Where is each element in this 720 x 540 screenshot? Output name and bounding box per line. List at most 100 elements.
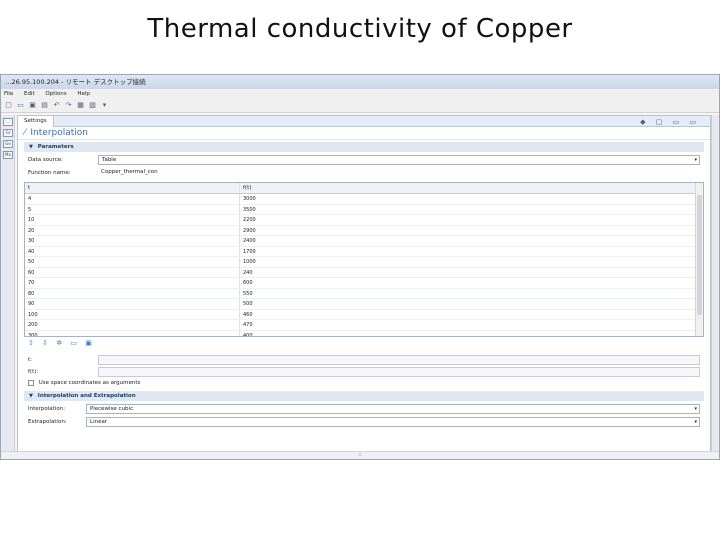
status-bar bbox=[529, 444, 719, 451]
table-row[interactable]: 20 2900 bbox=[25, 225, 703, 236]
table-row[interactable]: 5 3500 bbox=[25, 204, 703, 215]
cell-t[interactable]: 80 bbox=[25, 288, 240, 298]
chevron-down-icon: ▾ bbox=[694, 419, 697, 425]
cell-t[interactable]: 50 bbox=[25, 257, 240, 267]
menu-file[interactable]: File bbox=[4, 91, 13, 97]
table-row[interactable]: 300 400 bbox=[25, 330, 703, 337]
menu-options[interactable]: Options bbox=[45, 91, 66, 97]
cell-ft[interactable]: 500 bbox=[240, 299, 440, 309]
tab-settings[interactable]: Settings bbox=[18, 116, 54, 127]
cell-t[interactable]: 100 bbox=[25, 309, 240, 319]
save-icon[interactable]: ▣ bbox=[28, 101, 37, 110]
cell-t[interactable]: 30 bbox=[25, 236, 240, 246]
column-header-ft[interactable]: f(t) bbox=[240, 183, 440, 193]
dock-item-3[interactable]: Ge bbox=[3, 140, 13, 148]
cell-ft[interactable]: 1000 bbox=[240, 257, 440, 267]
undo-icon[interactable]: ↶ bbox=[52, 101, 61, 110]
cell-ft[interactable]: 2400 bbox=[240, 236, 440, 246]
panel-tools[interactable]: ◆ ▢ ▭ ▭ bbox=[640, 117, 700, 128]
table-row[interactable]: 30 2400 bbox=[25, 236, 703, 247]
chevron-down-icon: ▾ bbox=[694, 406, 697, 412]
cell-t[interactable]: 5 bbox=[25, 204, 240, 214]
model-builder-icon[interactable]: ▦ bbox=[76, 101, 85, 110]
menu-help[interactable]: Help bbox=[77, 91, 90, 97]
cell-t[interactable]: 60 bbox=[25, 267, 240, 277]
table-row[interactable]: 60 240 bbox=[25, 267, 703, 278]
table-row[interactable]: 70 600 bbox=[25, 278, 703, 289]
function-name-input[interactable]: Copper_thermal_con bbox=[98, 168, 700, 178]
cell-ft[interactable]: 460 bbox=[240, 310, 440, 320]
save-all-icon[interactable]: ▤ bbox=[40, 101, 49, 110]
dock-item-4[interactable]: Mo bbox=[3, 151, 13, 159]
cell-ft[interactable]: 550 bbox=[240, 289, 440, 299]
cell-t[interactable]: 20 bbox=[25, 225, 240, 235]
table-row[interactable]: 10 2200 bbox=[25, 215, 703, 226]
cell-t[interactable]: 200 bbox=[25, 320, 240, 330]
cell-ft[interactable]: 600 bbox=[240, 278, 440, 288]
chevron-down-icon: ▾ bbox=[694, 157, 697, 163]
table-row[interactable]: 200 470 bbox=[25, 320, 703, 331]
cell-ft[interactable]: 2900 bbox=[240, 226, 440, 236]
interpolation-table[interactable]: t f(t) 4 3000 5 3500 10 2200 20 2900 30 2400 40 170… bbox=[24, 182, 704, 337]
ft-label: f(t): bbox=[28, 369, 39, 375]
scrollbar-thumb[interactable] bbox=[697, 195, 702, 315]
move-down-icon[interactable]: ⇩ bbox=[42, 339, 51, 347]
cell-t[interactable]: 300 bbox=[25, 330, 240, 336]
cell-t[interactable]: 40 bbox=[25, 246, 240, 256]
cell-ft[interactable]: 400 bbox=[240, 331, 440, 337]
table-row[interactable]: 100 460 bbox=[25, 309, 703, 320]
function-name-row: Function name: Copper_thermal_con bbox=[24, 167, 704, 180]
table-body: 4 3000 5 3500 10 2200 20 2900 30 2400 40 1700 50 1000… bbox=[25, 194, 703, 337]
menu-edit[interactable]: Edit bbox=[24, 91, 35, 97]
parameters-section-header[interactable]: ▼ Parameters bbox=[24, 142, 704, 152]
dock-item-2[interactable]: Gr bbox=[3, 129, 13, 137]
extrapolation-row: Extrapolation: Linear ▾ bbox=[24, 416, 704, 429]
t-label: t: bbox=[28, 357, 33, 363]
data-source-value: Table bbox=[102, 157, 117, 163]
cell-ft[interactable]: 3500 bbox=[240, 205, 440, 215]
table-row[interactable]: 80 550 bbox=[25, 288, 703, 299]
t-field[interactable] bbox=[98, 355, 700, 365]
cell-t[interactable]: 90 bbox=[25, 299, 240, 309]
cell-t[interactable]: 10 bbox=[25, 215, 240, 225]
table-row[interactable]: 90 500 bbox=[25, 299, 703, 310]
cell-ft[interactable]: 1700 bbox=[240, 247, 440, 257]
column-header-t[interactable]: t bbox=[25, 183, 240, 193]
cell-ft[interactable]: 470 bbox=[240, 320, 440, 330]
cell-t[interactable]: 70 bbox=[25, 278, 240, 288]
horizontal-scrollbar[interactable]: :: bbox=[1, 451, 719, 459]
move-up-icon[interactable]: ⇧ bbox=[28, 339, 37, 347]
interpolation-label: Interpolation: bbox=[28, 406, 66, 412]
page-title: ⁄ Interpolation bbox=[18, 127, 710, 140]
menu-bar: File Edit Options Help bbox=[1, 89, 719, 99]
tab-bar: Settings ◆ ▢ ▭ ▭ bbox=[18, 116, 710, 127]
load-icon[interactable]: ▭ bbox=[70, 339, 80, 347]
interpolation-value: Piecewise cubic bbox=[90, 406, 134, 412]
open-icon[interactable]: ▭ bbox=[16, 101, 25, 110]
dock-item-1[interactable]: ... bbox=[3, 118, 13, 126]
table-scrollbar[interactable] bbox=[695, 183, 703, 336]
delete-icon[interactable]: ✲ bbox=[56, 339, 65, 347]
redo-icon[interactable]: ↷ bbox=[64, 101, 73, 110]
extrapolation-label: Extrapolation: bbox=[28, 419, 67, 425]
data-source-select[interactable]: Table ▾ bbox=[98, 155, 700, 165]
interpolation-select[interactable]: Piecewise cubic ▾ bbox=[86, 404, 700, 414]
cell-t[interactable]: 4 bbox=[25, 194, 240, 204]
interpolation-row: Interpolation: Piecewise cubic ▾ bbox=[24, 403, 704, 416]
cell-ft[interactable]: 2200 bbox=[240, 215, 440, 225]
cell-ft[interactable]: 240 bbox=[240, 268, 440, 278]
cell-ft[interactable]: 3000 bbox=[240, 194, 440, 204]
interp-extrap-section-header[interactable]: ▼ Interpolation and Extrapolation bbox=[24, 391, 704, 401]
table-row[interactable]: 50 1000 bbox=[25, 257, 703, 268]
space-coordinates-checkbox[interactable] bbox=[28, 379, 34, 386]
window-title: …26.95.100.204 - リモート デスクトップ接続 bbox=[1, 75, 719, 89]
ft-field[interactable] bbox=[98, 367, 700, 377]
save-icon[interactable]: ▣ bbox=[85, 339, 95, 347]
table-row[interactable]: 4 3000 bbox=[25, 194, 703, 205]
new-icon[interactable]: ▢ bbox=[4, 101, 13, 110]
table-row[interactable]: 40 1700 bbox=[25, 246, 703, 257]
graphics-icon[interactable]: ▧ bbox=[88, 101, 97, 110]
build-icon[interactable]: ▾ bbox=[100, 101, 109, 110]
extrapolation-select[interactable]: Linear ▾ bbox=[86, 417, 700, 427]
space-coordinates-label: Use space coordinates as arguments bbox=[38, 380, 141, 386]
